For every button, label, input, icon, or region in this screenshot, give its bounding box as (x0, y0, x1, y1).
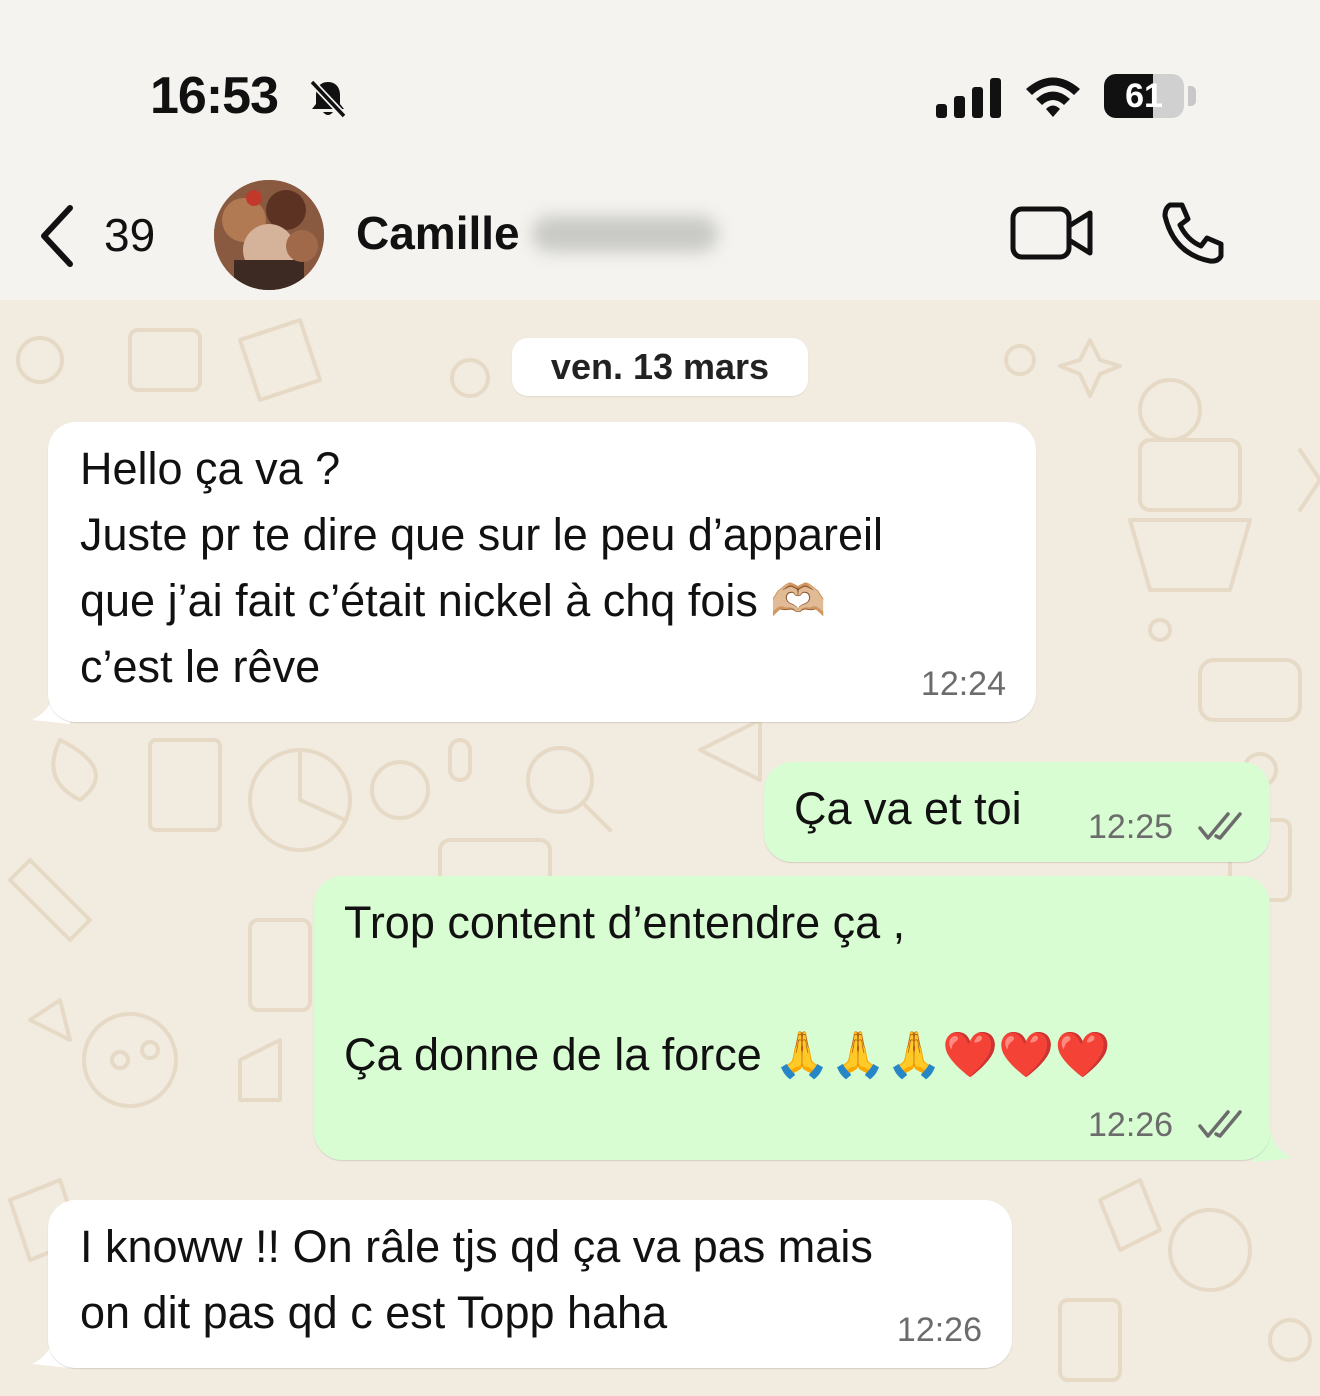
bell-slash-icon (306, 76, 350, 125)
wifi-icon (1024, 74, 1082, 123)
signal-icon (936, 78, 1002, 123)
avatar[interactable] (214, 180, 324, 290)
status-time: 16:53 (150, 67, 279, 125)
message-text: Hello ça va ? Juste pr te dire que sur l… (80, 443, 883, 692)
message-text: I knoww !! On râle tjs qd ça va pas mais… (80, 1221, 873, 1338)
message-bubble-outgoing[interactable]: Trop content d’entendre ça , Ça donne de… (314, 876, 1270, 1160)
chat-screen: 16:53 61 39 Camille ven. 13 mars Hello ç… (0, 0, 1320, 1396)
double-check-icon (1198, 1110, 1242, 1138)
battery-level: 61 (1125, 77, 1163, 115)
message-time: 12:26 (1088, 1106, 1174, 1144)
double-check-icon (1198, 812, 1242, 840)
header-area (0, 0, 1320, 300)
contact-name[interactable]: Camille (356, 206, 520, 260)
back-unread-count[interactable]: 39 (104, 208, 155, 262)
chevron-left-icon[interactable] (36, 204, 80, 273)
date-separator: ven. 13 mars (512, 338, 808, 396)
battery-icon: 61 (1104, 74, 1184, 118)
message-time: 12:26 (896, 1311, 982, 1349)
message-bubble-incoming[interactable]: Hello ça va ? Juste pr te dire que sur l… (48, 422, 1036, 722)
message-bubble-outgoing[interactable]: Ça va et toi 12:25 (764, 762, 1270, 862)
message-bubble-incoming[interactable]: I knoww !! On râle tjs qd ça va pas mais… (48, 1200, 1012, 1368)
message-time: 12:24 (920, 665, 1006, 703)
video-call-icon[interactable] (1010, 206, 1094, 265)
message-text: Ça va et toi (794, 783, 1022, 834)
message-text: Trop content d’entendre ça , Ça donne de… (344, 897, 1111, 1080)
redacted-surname (532, 216, 718, 252)
battery-tip (1188, 86, 1196, 106)
message-time: 12:25 (1088, 808, 1174, 846)
phone-call-icon[interactable] (1160, 200, 1226, 271)
